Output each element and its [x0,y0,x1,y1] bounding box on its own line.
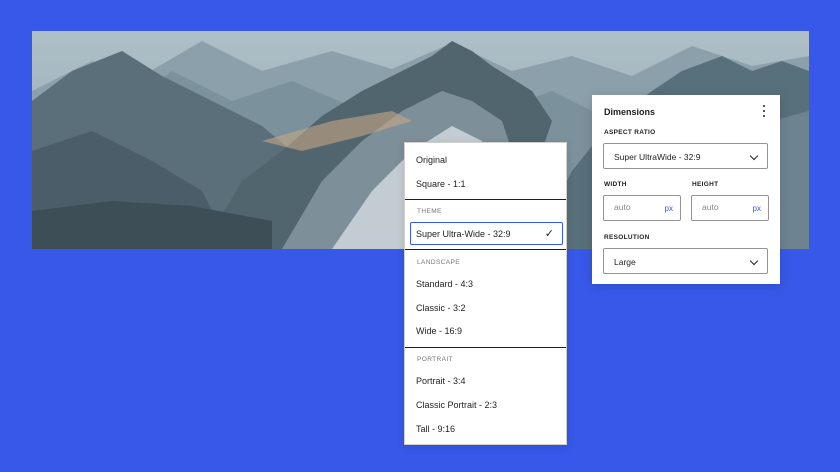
checkmark-icon: ✓ [544,228,554,240]
menu-divider [405,249,566,250]
chevron-down-icon [749,151,759,161]
height-field[interactable]: px [691,195,769,221]
kebab-menu-icon[interactable] [762,105,766,117]
resolution-label: RESOLUTION [604,234,650,241]
aspect-ratio-menu: Original Square - 1:1 THEME Super Ultra-… [404,142,567,445]
width-label: WIDTH [604,181,627,188]
panel-title: Dimensions [604,107,656,117]
menu-heading-theme: THEME [417,208,442,215]
menu-item-tall[interactable]: Tall - 9:16 [416,424,455,434]
menu-divider [405,347,566,348]
resolution-value: Large [614,257,636,267]
menu-item-portrait[interactable]: Portrait - 3:4 [416,376,466,386]
width-field[interactable]: px [603,195,681,221]
chevron-down-icon [749,256,759,266]
menu-heading-landscape: LANDSCAPE [417,259,460,266]
dimensions-panel: Dimensions ASPECT RATIO Super UltraWide … [592,95,780,284]
menu-item-super-ultra-wide[interactable]: Super Ultra-Wide - 32:9 ✓ [410,222,563,245]
menu-item-original[interactable]: Original [416,155,447,165]
height-input[interactable] [702,202,742,212]
menu-item-square[interactable]: Square - 1:1 [416,179,466,189]
aspect-ratio-label: ASPECT RATIO [604,129,656,136]
menu-item-wide[interactable]: Wide - 16:9 [416,326,462,336]
menu-heading-portrait: PORTRAIT [417,356,453,363]
menu-item-classic[interactable]: Classic - 3:2 [416,303,466,313]
resolution-select[interactable]: Large [603,248,768,274]
aspect-ratio-value: Super UltraWide - 32:9 [614,152,701,162]
width-input[interactable] [614,202,654,212]
menu-divider [405,199,566,200]
menu-item-label: Super Ultra-Wide - 32:9 [416,229,511,239]
width-unit[interactable]: px [665,204,673,213]
menu-item-standard[interactable]: Standard - 4:3 [416,279,473,289]
aspect-ratio-select[interactable]: Super UltraWide - 32:9 [603,143,768,169]
height-label: HEIGHT [692,181,719,188]
menu-item-classic-portrait[interactable]: Classic Portrait - 2:3 [416,400,497,410]
height-unit[interactable]: px [753,204,761,213]
